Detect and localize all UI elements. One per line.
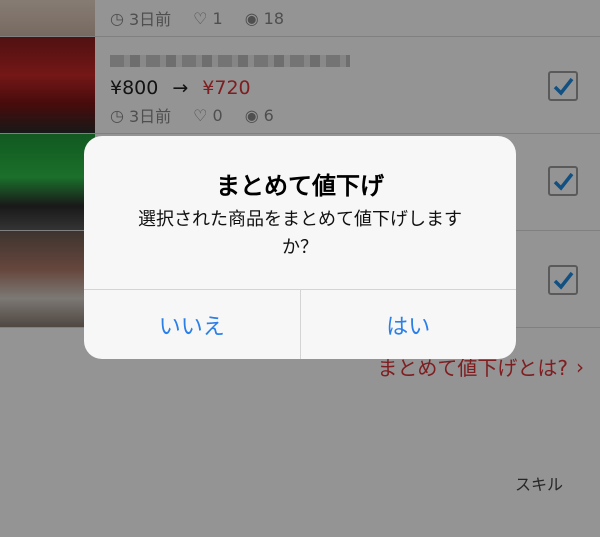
dialog-buttons: いいえ はい [84,289,516,359]
yes-button[interactable]: はい [299,290,517,359]
confirm-dialog: まとめて値下げ 選択された商品をまとめて値下げしますか？ いいえ はい [84,136,516,359]
dialog-title: まとめて値下げ [216,172,384,200]
dialog-message: 選択された商品をまとめて値下げしますか？ [138,209,462,258]
no-button[interactable]: いいえ [84,290,300,359]
